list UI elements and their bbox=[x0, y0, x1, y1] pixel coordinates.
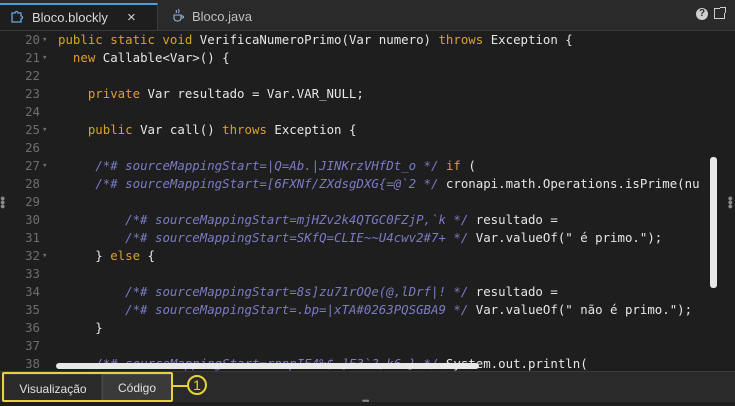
code-token: ( bbox=[460, 158, 476, 173]
line-number: 25 bbox=[25, 122, 40, 137]
code-text: } bbox=[58, 319, 103, 337]
line-number: 34 bbox=[25, 284, 40, 299]
highlight-box bbox=[2, 372, 173, 402]
bottom-resize-grip-icon[interactable]: ••• bbox=[362, 396, 370, 406]
fold-chevron-icon[interactable]: ▾ bbox=[42, 31, 47, 49]
keyword-token: if bbox=[445, 158, 461, 173]
keyword-token: throws bbox=[438, 32, 484, 47]
line-number: 20 bbox=[25, 32, 40, 47]
line-number: 31 bbox=[25, 230, 40, 245]
keyword-token: public bbox=[87, 122, 133, 137]
right-resize-grip-icon[interactable]: ● ● ● bbox=[728, 194, 733, 211]
blockly-puzzle-icon bbox=[10, 9, 24, 26]
code-text: /*# sourceMappingStart=8s]zu71rOQe(@,lDr… bbox=[58, 283, 558, 301]
code-text: public static void VerificaNumeroPrimo(V… bbox=[58, 31, 573, 49]
code-token: Var call() bbox=[132, 122, 223, 137]
fold-chevron-icon[interactable]: ▾ bbox=[42, 49, 47, 67]
line-number: 28 bbox=[25, 176, 40, 191]
comment-token: /*# sourceMappingStart=SKfQ=CLIE~~U4cwv2… bbox=[125, 230, 469, 245]
fold-chevron-icon[interactable]: ▾ bbox=[42, 121, 47, 139]
code-token: Var resultado = Var.VAR_NULL; bbox=[140, 86, 364, 101]
keyword-token: public static void bbox=[58, 32, 200, 47]
code-token: } bbox=[58, 320, 103, 335]
tab-bloco-blockly[interactable]: Bloco.blockly × bbox=[0, 3, 158, 30]
code-token: { bbox=[140, 248, 155, 263]
line-number: 23 bbox=[25, 86, 40, 101]
line-number: 24 bbox=[25, 104, 40, 119]
code-token: Var.valueOf(" é primo."); bbox=[468, 230, 663, 245]
code-token: VerificaNumeroPrimo(Var numero) bbox=[199, 32, 439, 47]
close-icon[interactable]: × bbox=[127, 9, 136, 26]
line-number: 36 bbox=[25, 320, 40, 335]
comment-token: /*# sourceMappingStart=mjHZv2k4QTGC0FZjP… bbox=[125, 212, 469, 227]
java-cup-icon bbox=[172, 8, 185, 25]
line-number: 22 bbox=[25, 68, 40, 83]
fold-chevron-icon[interactable]: ▾ bbox=[42, 157, 47, 175]
left-resize-grip-icon[interactable]: ● ● ● bbox=[0, 194, 5, 211]
tab-label: Bloco.java bbox=[192, 9, 252, 24]
line-number: 35 bbox=[25, 302, 40, 317]
code-text: private Var resultado = Var.VAR_NULL; bbox=[58, 85, 364, 103]
code-text: new Callable<Var>() { bbox=[58, 49, 230, 67]
tab-bloco-java[interactable]: Bloco.java bbox=[160, 3, 320, 30]
line-number: 37 bbox=[25, 338, 40, 353]
code-text: public Var call() throws Exception { bbox=[58, 121, 357, 139]
code-text: /*# sourceMappingStart=mjHZv2k4QTGC0FZjP… bbox=[58, 211, 558, 229]
code-text: /*# sourceMappingStart=[6FXNf/ZXdsgDXG{=… bbox=[58, 175, 700, 193]
code-token: resultado = bbox=[468, 284, 558, 299]
keyword-token: else bbox=[110, 248, 141, 263]
line-number: 26 bbox=[25, 140, 40, 155]
keyword-token: private bbox=[87, 86, 141, 101]
callout-connector bbox=[172, 385, 188, 387]
help-icon[interactable]: ? bbox=[696, 8, 708, 20]
open-external-icon[interactable] bbox=[714, 7, 726, 19]
line-number: 32 bbox=[25, 248, 40, 263]
code-text: } else { bbox=[58, 247, 155, 265]
comment-token: /*# sourceMappingStart=.bp=|xTA#0263PQSG… bbox=[125, 302, 469, 317]
vertical-scrollbar[interactable] bbox=[710, 157, 717, 288]
comment-token: /*# sourceMappingStart=[6FXNf/ZXdsgDXG{=… bbox=[95, 176, 439, 191]
editor-tab-bar: Bloco.blockly × Bloco.java ? bbox=[0, 0, 735, 31]
comment-token: /*# sourceMappingStart=8s]zu71rOQe(@,lDr… bbox=[125, 284, 469, 299]
comment-token: /*# sourceMappingStart=|Q=Ab.|JINKrzVHfD… bbox=[95, 158, 439, 173]
line-number: 27 bbox=[25, 158, 40, 173]
keyword-token: throws bbox=[222, 122, 267, 137]
line-number: 33 bbox=[25, 266, 40, 281]
code-token: } bbox=[58, 248, 111, 263]
line-number: 38 bbox=[25, 356, 40, 371]
code-text: /*# sourceMappingStart=SKfQ=CLIE~~U4cwv2… bbox=[58, 229, 662, 247]
code-token: Exception { bbox=[266, 122, 357, 137]
code-text: /*# sourceMappingStart=|Q=Ab.|JINKrzVHfD… bbox=[58, 157, 476, 175]
code-token: Exception { bbox=[483, 32, 573, 47]
line-number: 21 bbox=[25, 50, 40, 65]
line-number: 29 bbox=[25, 194, 40, 209]
code-token: resultado = bbox=[468, 212, 558, 227]
top-right-icons: ? bbox=[696, 7, 726, 20]
line-number: 30 bbox=[25, 212, 40, 227]
fold-chevron-icon[interactable]: ▾ bbox=[42, 247, 47, 265]
view-mode-bar: Visualização Código 1 ••• bbox=[0, 371, 735, 406]
tab-label: Bloco.blockly bbox=[32, 10, 108, 25]
callout-number-badge: 1 bbox=[187, 375, 207, 395]
code-token: Callable<Var>() { bbox=[95, 50, 230, 65]
code-editor[interactable]: 20 ▾ public static void VerificaNumeroPrim… bbox=[8, 31, 723, 371]
code-text: /*# sourceMappingStart=.bp=|xTA#0263PQSG… bbox=[58, 301, 692, 319]
code-token: Var.valueOf(" não é primo."); bbox=[468, 302, 693, 317]
horizontal-scrollbar[interactable] bbox=[56, 363, 479, 369]
code-token: cronapi.math.Operations.isPrime(nu bbox=[438, 176, 700, 191]
keyword-token: new bbox=[72, 50, 96, 65]
